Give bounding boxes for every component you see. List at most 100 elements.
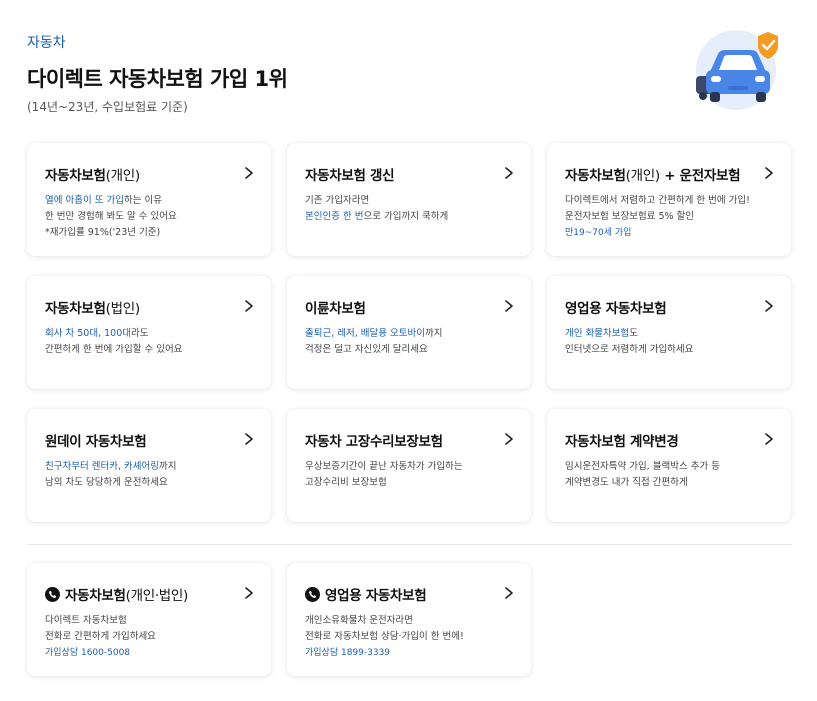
description-text: 까지	[424, 328, 443, 339]
highlight-text: 회사 차 50대, 100대	[45, 328, 132, 339]
description-line: 전화로 간편하게 가입하세요	[45, 629, 259, 645]
description-line: 열에 아홉이 또 가입하는 이유	[45, 193, 259, 209]
description-line: 가입상담 1899-3339	[305, 645, 519, 661]
description-text: 개인소유화물차 운전자라면	[305, 615, 413, 626]
card-title: 영업용 자동차보험	[565, 297, 667, 317]
card-title-qualifier: (개인)	[625, 168, 660, 184]
card-title: 자동차보험(법인)	[45, 297, 140, 317]
card-description: 기존 가입자라면본인인증 한 번으로 가입까지 쿡하게	[305, 193, 519, 225]
description-text: 까지	[158, 461, 177, 472]
chevron-right-icon	[243, 585, 255, 599]
description-line: 남의 차도 당당하게 운전하세요	[45, 475, 259, 491]
description-line: 계약변경도 내가 직접 간편하게	[565, 475, 779, 491]
description-line: 가입상담 1600-5008	[45, 645, 259, 661]
card-description: 개인 화물차보험도 인터넷으로 저렴하게 가입하세요	[565, 326, 779, 358]
chevron-right-icon	[503, 165, 515, 179]
description-line: 고장수리비 보장보험	[305, 475, 519, 491]
card-title-text: 자동차보험	[45, 301, 106, 317]
description-text: 우상보증기간이 끝난 자동차가 가입하는	[305, 461, 463, 472]
product-card-corporate[interactable]: 자동차보험(법인) 회사 차 50대, 100대라도간편하게 한 번에 가입할 수…	[27, 276, 271, 389]
chevron-right-icon	[243, 298, 255, 312]
card-title-text: 원데이 자동차보험	[45, 434, 147, 450]
card-description: 친구차부터 렌터카, 카셰어링까지남의 차도 당당하게 운전하세요	[45, 459, 259, 491]
card-title: 자동차보험(개인·법인)	[45, 584, 188, 604]
card-description: 개인소유화물차 운전자라면전화로 자동차보험 상담·가입이 한 번에! 가입상담 …	[305, 613, 519, 661]
card-title-qualifier: (개인)	[105, 168, 140, 184]
description-text: 전화로 간편하게 가입하세요	[45, 631, 156, 642]
card-title-text: 자동차보험	[45, 168, 106, 184]
description-text: 간편하게 한 번에 가입할 수 있어요	[45, 344, 183, 355]
product-card-personal[interactable]: 자동차보험(개인) 열에 아홉이 또 가입하는 이유한 번만 경험해 봐도 알 수…	[27, 143, 271, 256]
product-card-commercial[interactable]: 영업용 자동차보험 개인 화물차보험도 인터넷으로 저렴하게 가입하세요	[547, 276, 791, 389]
card-description: 다이렉트에서 저렴하고 간편하게 한 번에 가입! 운전자보험 보장보험료 5% …	[565, 193, 779, 241]
product-card-contract-change[interactable]: 자동차보험 계약변경임시운전자특약 가입, 블랙박스 추가 등계약변경도 내가 …	[547, 409, 791, 522]
description-line: 전화로 자동차보험 상담·가입이 한 번에!	[305, 629, 519, 645]
description-text: 임시운전자특약 가입, 블랙박스 추가 등	[565, 461, 720, 472]
card-title-text: 자동차보험	[65, 588, 126, 604]
highlight-text: 출퇴근, 레저, 배달용 오토바이	[305, 328, 425, 339]
description-line: 회사 차 50대, 100대라도	[45, 326, 259, 342]
card-title-text: 영업용 자동차보험	[565, 301, 667, 317]
card-title: 이륜차보험	[305, 297, 366, 317]
card-title-qualifier: (개인·법인)	[125, 588, 189, 604]
description-text: 다이렉트에서 저렴하고 간편하게 한 번에 가입!	[565, 195, 750, 206]
description-line: 개인소유화물차 운전자라면	[305, 613, 519, 629]
description-line: 출퇴근, 레저, 배달용 오토바이까지	[305, 326, 519, 342]
description-text: 한 번만 경험해 봐도 알 수 있어요	[45, 211, 177, 222]
phone-icon	[45, 587, 60, 602]
card-title: 자동차보험 갱신	[305, 164, 395, 184]
product-card-phone-auto[interactable]: 자동차보험(개인·법인) 다이렉트 자동차보험 전화로 간편하게 가입하세요 가입상담…	[27, 563, 271, 676]
description-line: 기존 가입자라면	[305, 193, 519, 209]
product-card-motorcycle[interactable]: 이륜차보험출퇴근, 레저, 배달용 오토바이까지걱정은 덜고 자신있게 달리세요	[287, 276, 531, 389]
chevron-right-icon	[763, 165, 775, 179]
chevron-right-icon	[503, 585, 515, 599]
description-text: 도	[629, 328, 638, 339]
category-label: 자동차	[27, 35, 66, 51]
product-card-personal-driver[interactable]: 자동차보험(개인) + 운전자보험다이렉트에서 저렴하고 간편하게 한 번에 가…	[547, 143, 791, 256]
description-text: 계약변경도 내가 직접 간편하게	[565, 477, 688, 488]
product-card-renewal[interactable]: 자동차보험 갱신기존 가입자라면본인인증 한 번으로 가입까지 쿡하게	[287, 143, 531, 256]
description-text: 고장수리비 보장보험	[305, 477, 387, 488]
card-description: 다이렉트 자동차보험 전화로 간편하게 가입하세요 가입상담 1600-5008	[45, 613, 259, 661]
card-description: 출퇴근, 레저, 배달용 오토바이까지걱정은 덜고 자신있게 달리세요	[305, 326, 519, 358]
card-description: 열에 아홉이 또 가입하는 이유한 번만 경험해 봐도 알 수 있어요 *재가입률…	[45, 193, 259, 241]
description-line: 본인인증 한 번으로 가입까지 쿡하게	[305, 209, 519, 225]
product-card-phone-commercial[interactable]: 영업용 자동차보험 개인소유화물차 운전자라면 전화로 자동차보험 상담·가입이 한…	[287, 563, 531, 676]
card-title-text: 자동차보험	[565, 168, 626, 184]
description-line: 개인 화물차보험도	[565, 326, 779, 342]
description-line: 친구차부터 렌터카, 카셰어링까지	[45, 459, 259, 475]
card-title-text: 자동차보험 계약변경	[565, 434, 679, 450]
description-text: 으로 가입까지 쿡하게	[363, 211, 449, 222]
card-title: 자동차 고장수리보장보험	[305, 430, 443, 450]
highlight-text: 열에 아홉이 또 가입	[45, 195, 124, 206]
card-tag-text: 가입상담 1600-5008	[45, 648, 131, 658]
chevron-right-icon	[503, 298, 515, 312]
page-title: 다이렉트 자동차보험 가입 1위	[27, 67, 288, 91]
product-card-oneday[interactable]: 원데이 자동차보험친구차부터 렌터카, 카셰어링까지남의 차도 당당하게 운전하…	[27, 409, 271, 522]
phone-icon	[305, 587, 320, 602]
page-subtitle: (14년~23년, 수입보험료 기준)	[27, 100, 188, 114]
description-text: *재가입률 91%('23년 기준)	[45, 227, 161, 238]
card-title-text: 이륜차보험	[305, 301, 366, 317]
card-description: 우상보증기간이 끝난 자동차가 가입하는고장수리비 보장보험	[305, 459, 519, 491]
description-line: 걱정은 덜고 자신있게 달리세요	[305, 342, 519, 358]
highlight-text: 본인인증 한 번	[305, 211, 364, 222]
card-tag-text: 만19~70세 가입	[565, 228, 632, 238]
card-description: 회사 차 50대, 100대라도간편하게 한 번에 가입할 수 있어요	[45, 326, 259, 358]
chevron-right-icon	[503, 431, 515, 445]
description-line: *재가입률 91%('23년 기준)	[45, 225, 259, 241]
card-title-text: 자동차보험 갱신	[305, 168, 395, 184]
description-text: 라도	[131, 328, 149, 339]
description-text: 기존 가입자라면	[305, 195, 370, 206]
product-card-repair[interactable]: 자동차 고장수리보장보험우상보증기간이 끝난 자동차가 가입하는고장수리비 보장…	[287, 409, 531, 522]
description-line: 다이렉트에서 저렴하고 간편하게 한 번에 가입!	[565, 193, 779, 209]
description-text: 걱정은 덜고 자신있게 달리세요	[305, 344, 428, 355]
card-title: 자동차보험(개인) + 운전자보험	[565, 164, 741, 184]
highlight-text: 개인 화물차보험	[565, 328, 630, 339]
card-title-qualifier: (법인)	[105, 301, 140, 317]
chevron-right-icon	[763, 431, 775, 445]
description-line: 인터넷으로 저렴하게 가입하세요	[565, 342, 779, 358]
section-divider	[27, 544, 792, 545]
description-text: 남의 차도 당당하게 운전하세요	[45, 477, 168, 488]
description-text: 전화로 자동차보험 상담·가입이 한 번에!	[305, 631, 464, 642]
